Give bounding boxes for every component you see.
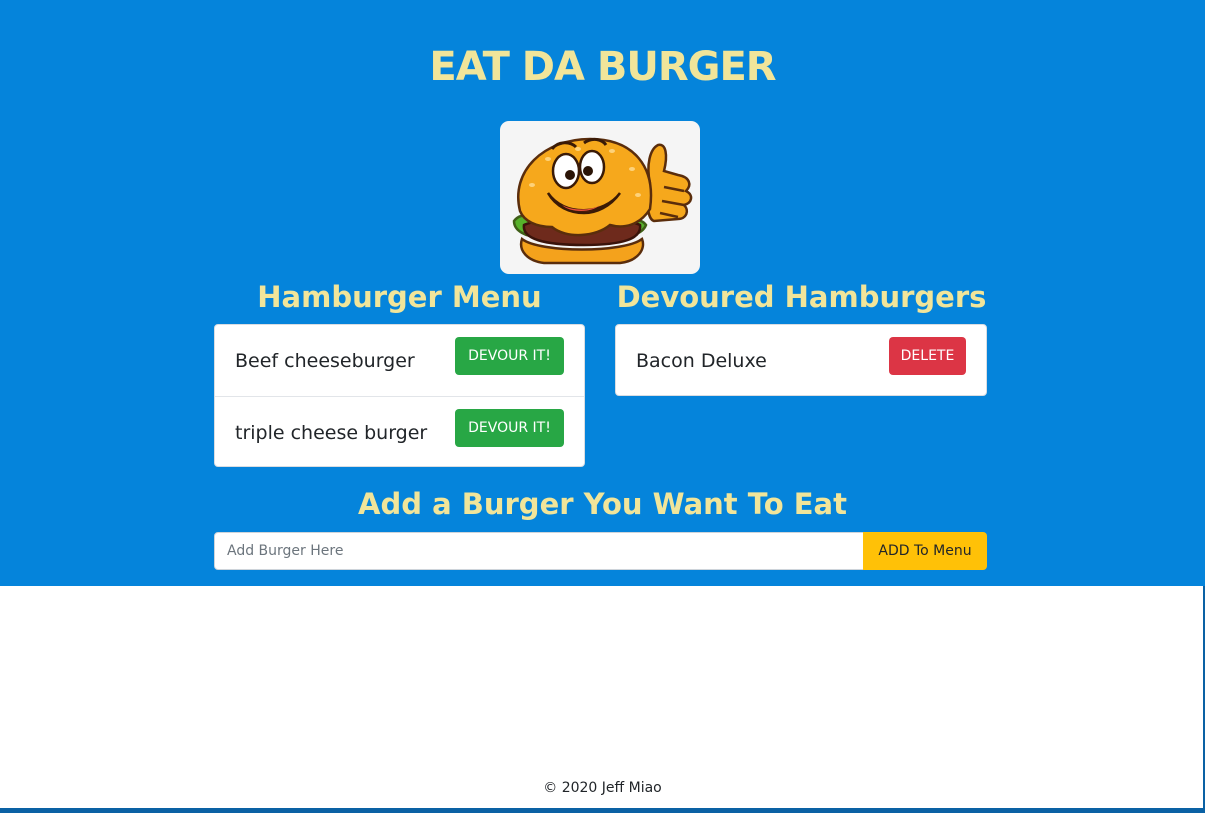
- devoured-hamburgers-heading: Devoured Hamburgers: [616, 280, 987, 314]
- add-burger-heading: Add a Burger You Want To Eat: [358, 487, 847, 521]
- page-title: EAT DA BURGER: [429, 44, 776, 90]
- add-burger-input[interactable]: [214, 532, 864, 570]
- delete-button[interactable]: DELETE: [889, 337, 966, 375]
- burger-name: Bacon Deluxe: [636, 350, 767, 372]
- burger-logo: [500, 121, 700, 274]
- hero-section: EAT DA BURGER Hamburger Menu Devoured Ha…: [0, 0, 1205, 586]
- burger-name: triple cheese burger: [235, 421, 428, 444]
- devoured-hamburgers-list: Bacon Deluxe DELETE: [615, 324, 987, 396]
- list-item: Bacon Deluxe DELETE: [616, 325, 986, 396]
- devour-button[interactable]: DEVOUR IT!: [455, 408, 564, 447]
- burger-mascot-thumbs-up-icon: [512, 137, 693, 265]
- burger-name: Beef cheeseburger: [235, 350, 415, 372]
- hamburger-menu-heading: Hamburger Menu: [257, 280, 542, 314]
- bottom-bar: [0, 808, 1205, 813]
- add-to-menu-button[interactable]: ADD To Menu: [863, 532, 987, 570]
- footer-copyright: © 2020 Jeff Miao: [543, 780, 662, 796]
- devour-button[interactable]: DEVOUR IT!: [455, 337, 564, 375]
- hamburger-menu-list: Beef cheeseburger DEVOUR IT! triple chee…: [214, 324, 585, 467]
- list-item: Beef cheeseburger DEVOUR IT!: [215, 325, 584, 396]
- list-item: triple cheese burger DEVOUR IT!: [215, 396, 584, 467]
